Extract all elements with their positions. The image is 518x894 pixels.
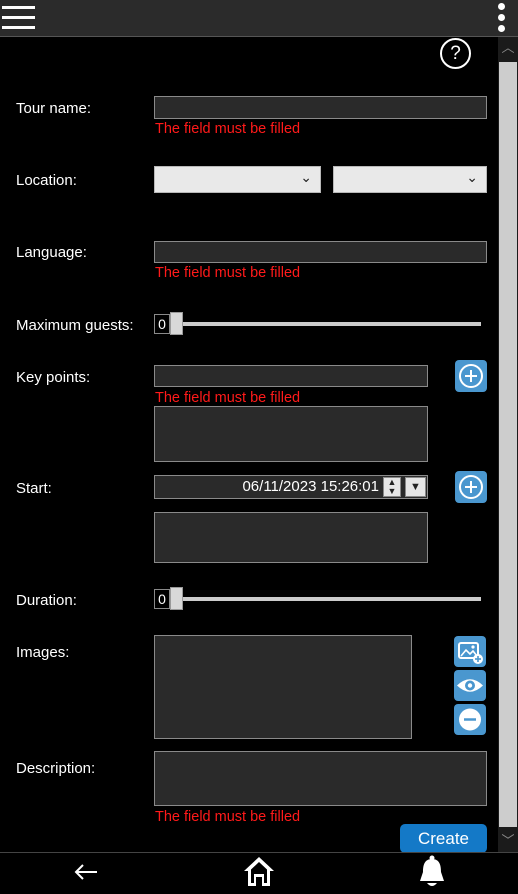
back-arrow-icon [74, 864, 97, 880]
plus-circle-icon [459, 475, 483, 499]
start-datetime-value: 06/11/2023 15:26:01 [242, 478, 379, 495]
add-key-point-button[interactable] [455, 360, 487, 392]
description-error: The field must be filled [155, 809, 301, 825]
tour-name-label: Tour name: [16, 100, 92, 117]
max-guests-slider-track[interactable] [172, 322, 481, 326]
max-guests-slider-thumb[interactable] [170, 312, 183, 335]
key-points-label: Key points: [16, 369, 91, 386]
duration-slider-track[interactable] [172, 597, 481, 601]
spin-down-icon[interactable]: ▼ [384, 487, 400, 496]
home-button[interactable] [242, 853, 276, 889]
bell-icon [420, 855, 444, 886]
language-input[interactable] [154, 241, 487, 263]
back-button[interactable] [70, 853, 102, 889]
description-input[interactable] [154, 751, 487, 806]
top-bar [0, 0, 518, 37]
hamburger-menu-icon[interactable] [2, 4, 35, 32]
chevron-down-icon: ⌄ [300, 169, 312, 185]
scrollbar[interactable]: ︿ ﹀ [498, 37, 518, 852]
location-label: Location: [16, 172, 77, 189]
key-points-list[interactable] [154, 406, 428, 462]
description-label: Description: [16, 760, 96, 777]
language-label: Language: [16, 244, 87, 261]
tour-name-input[interactable] [154, 96, 487, 119]
start-dates-list[interactable] [154, 512, 428, 563]
duration-slider-thumb[interactable] [170, 587, 183, 610]
images-label: Images: [16, 644, 70, 661]
scroll-thumb[interactable] [499, 62, 517, 827]
add-image-button[interactable] [454, 636, 486, 667]
view-image-button[interactable] [454, 670, 486, 701]
language-error: The field must be filled [155, 265, 301, 281]
location-city-select[interactable]: ⌄ [333, 166, 487, 193]
create-button[interactable]: Create [400, 824, 487, 853]
scroll-down-icon[interactable]: ﹀ [498, 830, 518, 852]
images-list[interactable] [154, 635, 412, 739]
help-button[interactable]: ? [440, 38, 471, 69]
tour-name-error: The field must be filled [155, 121, 301, 137]
key-points-error: The field must be filled [155, 390, 301, 406]
home-icon [244, 857, 274, 886]
location-country-select[interactable]: ⌄ [154, 166, 321, 193]
add-start-button[interactable] [455, 471, 487, 503]
start-datetime-picker[interactable]: 06/11/2023 15:26:01 ▲ ▼ ▼ [154, 475, 428, 499]
max-guests-label: Maximum guests: [16, 317, 134, 334]
notifications-button[interactable] [416, 853, 448, 889]
start-label: Start: [16, 480, 52, 497]
datetime-spinner[interactable]: ▲ ▼ [383, 477, 401, 497]
chevron-down-icon[interactable]: ▼ [405, 477, 426, 497]
duration-label: Duration: [16, 592, 77, 609]
duration-value: 0 [154, 589, 170, 609]
scroll-up-icon[interactable]: ︿ [498, 37, 518, 59]
bottom-nav [0, 852, 518, 889]
eye-icon [457, 679, 483, 692]
more-vertical-icon[interactable] [498, 3, 506, 33]
key-points-input[interactable] [154, 365, 428, 387]
max-guests-value: 0 [154, 314, 170, 334]
chevron-down-icon: ⌄ [466, 169, 478, 185]
add-image-icon [458, 642, 483, 664]
remove-image-button[interactable] [454, 704, 486, 735]
minus-circle-icon [459, 708, 481, 731]
plus-circle-icon [459, 364, 483, 388]
